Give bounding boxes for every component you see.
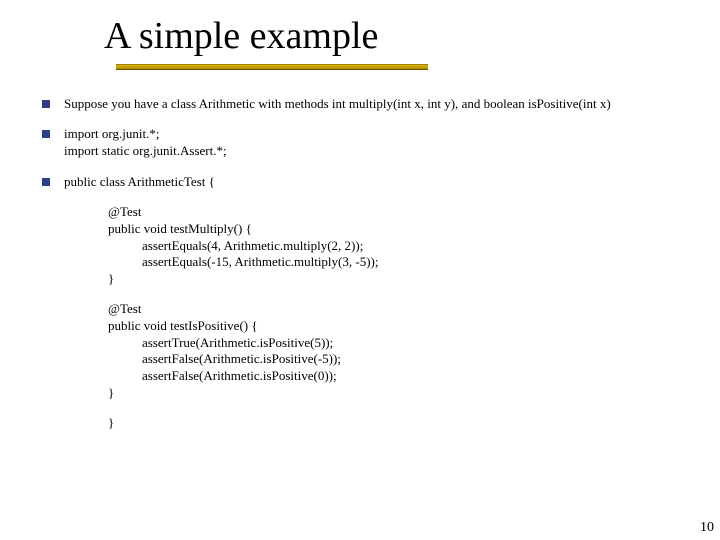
text-frag: Suppose you have a class xyxy=(64,96,199,111)
bullet-1-text: Suppose you have a class Arithmetic with… xyxy=(64,96,690,113)
text-frag: and xyxy=(458,96,483,111)
code-line: assertEquals(4, Arithmetic.multiply(2, 2… xyxy=(142,238,690,255)
code-line: @Test xyxy=(108,301,690,318)
code-line: public void testMultiply() { xyxy=(108,221,690,238)
code-line: assertFalse(Arithmetic.isPositive(0)); xyxy=(142,368,690,385)
code-line: import static org.junit.Assert.*; xyxy=(64,143,690,160)
bullet-3-text: public class ArithmeticTest { xyxy=(64,174,690,191)
code-block-2: @Test public void testIsPositive() { ass… xyxy=(108,301,690,401)
text-frag: with methods xyxy=(255,96,332,111)
code-frag: boolean isPositive(int x) xyxy=(484,96,611,111)
square-bullet-icon xyxy=(42,130,50,138)
code-line: } xyxy=(108,385,690,402)
code-block-1: @Test public void testMultiply() { asser… xyxy=(108,204,690,287)
slide-title: A simple example xyxy=(104,16,720,58)
code-frag: Arithmetic xyxy=(199,96,255,111)
code-line: assertFalse(Arithmetic.isPositive(-5)); xyxy=(142,351,690,368)
bullet-row-2: import org.junit.*; import static org.ju… xyxy=(42,126,690,159)
code-line: } xyxy=(108,271,690,288)
slide-content: Suppose you have a class Arithmetic with… xyxy=(0,70,720,432)
code-line: import org.junit.*; xyxy=(64,126,690,143)
code-line: assertTrue(Arithmetic.isPositive(5)); xyxy=(142,335,690,352)
code-line: @Test xyxy=(108,204,690,221)
page-number: 10 xyxy=(700,520,714,536)
bullet-2-text: import org.junit.*; import static org.ju… xyxy=(64,126,690,159)
code-line: public void testIsPositive() { xyxy=(108,318,690,335)
code-line: assertEquals(-15, Arithmetic.multiply(3,… xyxy=(142,254,690,271)
code-frag: int multiply(int x, int y), xyxy=(332,96,458,111)
square-bullet-icon xyxy=(42,100,50,108)
bullet-row-3: public class ArithmeticTest { xyxy=(42,174,690,191)
bullet-row-1: Suppose you have a class Arithmetic with… xyxy=(42,96,690,113)
title-area: A simple example xyxy=(0,0,720,70)
square-bullet-icon xyxy=(42,178,50,186)
code-close-brace: } xyxy=(108,415,690,432)
